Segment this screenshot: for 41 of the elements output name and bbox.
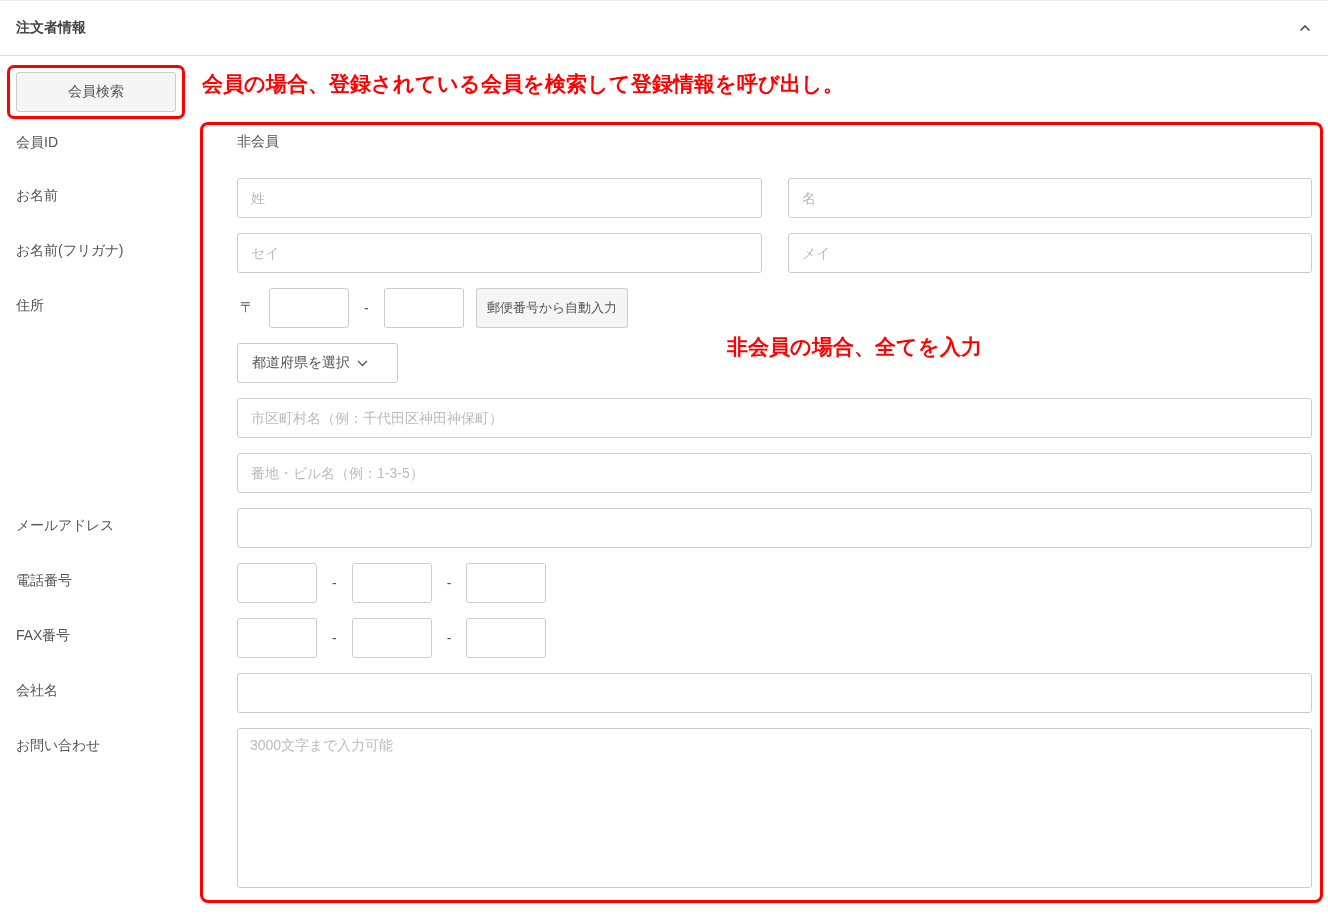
- separator: -: [331, 630, 338, 646]
- postal-code-input[interactable]: [383, 288, 464, 328]
- postal-code-input[interactable]: [269, 288, 349, 328]
- field-label: お問い合わせ: [16, 736, 101, 755]
- member-id-value: 非会員: [237, 133, 279, 151]
- name-input[interactable]: 名: [787, 178, 1312, 218]
- dropdown-chevron-icon: [357, 359, 368, 367]
- field-label: お名前(フリガナ): [16, 241, 125, 260]
- city-input[interactable]: 市区町村名（例：千代田区神田神保町）: [237, 398, 1312, 438]
- autofill-button[interactable]: 郵便番号から自動入力: [475, 288, 628, 328]
- separator: -: [331, 575, 338, 591]
- fax-input[interactable]: [351, 618, 432, 658]
- field-label: 電話番号: [16, 571, 73, 590]
- postal-mark: 〒: [239, 299, 255, 317]
- fax-input[interactable]: [466, 618, 547, 658]
- separator: -: [445, 575, 453, 591]
- prefecture-select[interactable]: 都道府県を選択: [237, 343, 398, 383]
- separator: -: [445, 630, 453, 646]
- section-title: 注文者情報: [16, 19, 86, 37]
- company-input[interactable]: [237, 673, 1312, 713]
- field-label: お名前: [16, 186, 59, 205]
- field-label: 会員ID: [16, 133, 59, 152]
- field-label: 会社名: [16, 681, 59, 700]
- kana-input[interactable]: セイ: [237, 233, 762, 273]
- name-input[interactable]: 姓: [237, 178, 762, 218]
- separator: -: [363, 300, 370, 316]
- phone-input[interactable]: [237, 563, 317, 603]
- inquiry-textarea[interactable]: 3000文字まで入力可能: [237, 728, 1312, 888]
- annotation-text: 非会員の場合、全てを入力: [727, 334, 982, 360]
- field-label: 住所: [16, 296, 45, 315]
- phone-input[interactable]: [466, 563, 547, 603]
- collapse-chevron-icon[interactable]: [1299, 24, 1311, 32]
- member-search-button[interactable]: 会員検索: [16, 72, 176, 112]
- email-input[interactable]: [237, 508, 1312, 548]
- field-label: FAX番号: [16, 626, 72, 645]
- street-input[interactable]: 番地・ビル名（例：1-3-5）: [237, 453, 1312, 493]
- annotation-text: 会員の場合、登録されている会員を検索して登録情報を呼び出し。: [202, 71, 844, 97]
- phone-input[interactable]: [351, 563, 432, 603]
- kana-input[interactable]: メイ: [787, 233, 1312, 273]
- field-label: メールアドレス: [16, 516, 115, 535]
- fax-input[interactable]: [237, 618, 317, 658]
